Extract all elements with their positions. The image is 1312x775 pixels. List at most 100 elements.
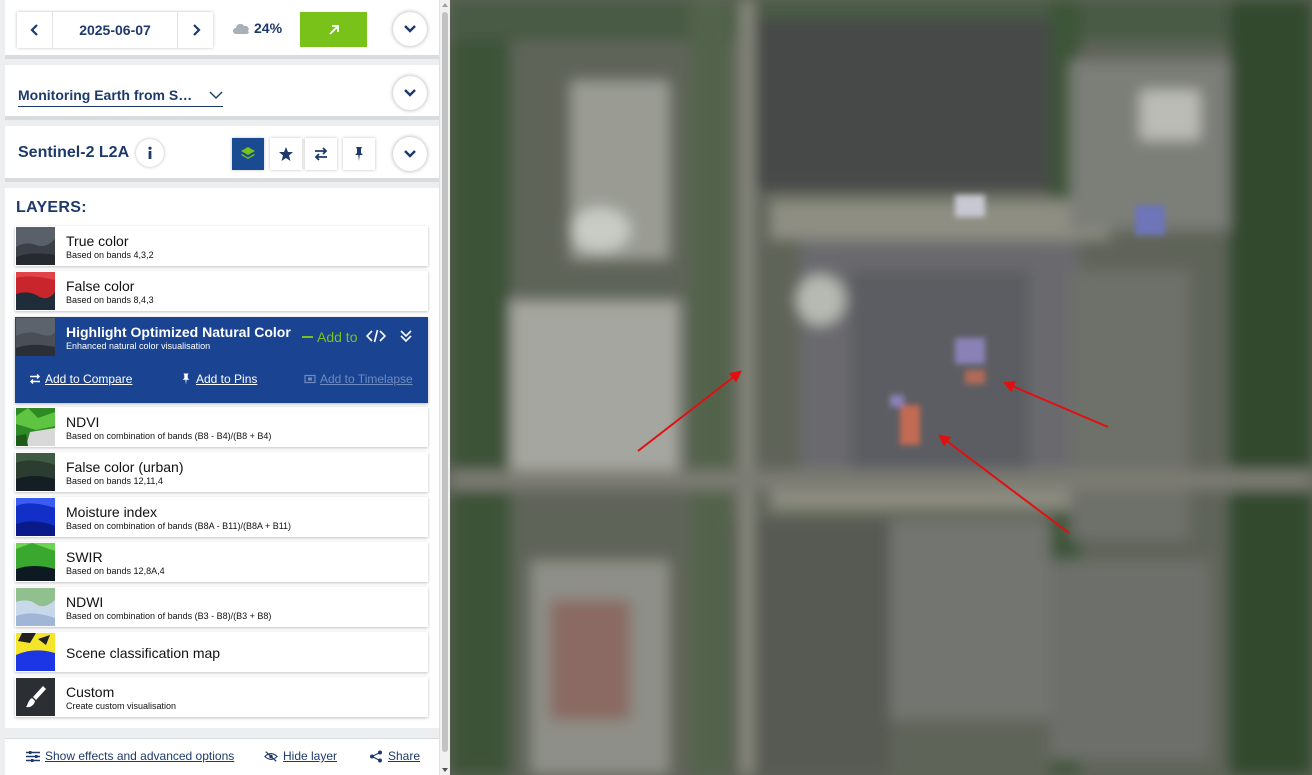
cloud-icon [233,23,249,34]
tab-layers[interactable] [232,138,264,170]
layers-heading: LAYERS: [16,199,87,216]
layer-description: Create custom visualisation [66,701,177,711]
date-value[interactable]: 2025-06-07 [52,12,178,48]
layers-icon [241,147,255,159]
layer-title: False color [66,278,135,294]
ndwi-thumbnail [16,588,55,626]
scene-classification-thumbnail [16,633,55,671]
layer-title: False color (urban) [66,459,184,475]
layer-description: Based on combination of bands (B8 - B4)/… [66,431,272,441]
share-label: Share [388,749,421,763]
show-effects-button[interactable]: Show effects and advanced options [26,749,234,763]
chevron-left-icon [29,24,38,36]
layer-highlight-optimized-natural-color[interactable]: Highlight Optimized Natural Color Enhanc… [15,317,428,403]
map-view[interactable] [450,0,1312,775]
compare-icon [314,147,328,161]
scrollbar-thumb[interactable] [442,12,448,752]
film-icon [304,374,316,384]
add-to-button[interactable]: Add to [302,329,357,345]
layer-false-color[interactable]: False color Based on bands 8,4,3 [15,271,428,311]
add-to-compare-label: Add to Compare [45,372,133,386]
layer-title: Custom [66,684,115,700]
add-to-pins-button[interactable]: Add to Pins [180,372,257,386]
collapse-dataset-panel-button[interactable] [393,137,427,171]
natural-color-thumbnail [16,318,55,356]
pin-icon [182,373,190,385]
tab-pins[interactable] [343,138,375,170]
minus-icon [302,336,313,338]
layer-true-color[interactable]: True color Based on bands 4,3,2 [15,226,428,266]
layer-description: Based on combination of bands (B3 - B8)/… [66,611,272,621]
add-to-timelapse-label: Add to Timelapse [320,372,413,386]
chevron-right-icon [192,24,201,36]
date-picker: 2025-06-07 [17,12,213,48]
layer-ndvi[interactable]: NDVI Based on combination of bands (B8 -… [15,407,428,447]
add-to-timelapse-button: Add to Timelapse [304,372,413,386]
code-icon[interactable] [366,328,386,344]
false-color-urban-thumbnail [16,453,55,491]
layer-description: Based on combination of bands (B8A - B11… [66,521,292,531]
true-color-thumbnail [16,227,55,265]
add-to-label: Add to [317,329,358,345]
false-color-thumbnail [16,272,55,310]
chevron-down-icon [209,91,223,99]
layer-ndwi[interactable]: NDWI Based on combination of bands (B3 -… [15,587,428,627]
layer-false-color-urban[interactable]: False color (urban) Based on bands 12,11… [15,452,428,492]
theme-panel: Monitoring Earth from S… [5,65,439,120]
layer-scene-classification-map[interactable]: Scene classification map [15,632,428,672]
layer-moisture-index[interactable]: Moisture index Based on combination of b… [15,497,428,537]
layer-title: SWIR [66,549,103,565]
double-chevron-down-icon[interactable] [399,329,413,343]
previous-date-button[interactable] [17,12,52,48]
collapse-theme-panel-button[interactable] [393,76,427,110]
date-panel: 2025-06-07 24% [5,0,439,59]
brush-icon [16,678,55,716]
star-icon [279,147,293,161]
hide-layer-label: Hide layer [283,749,338,763]
tab-compare[interactable] [305,138,337,170]
info-icon [148,146,152,159]
dataset-info-button[interactable] [136,139,164,167]
visualize-button[interactable] [300,12,367,47]
swir-thumbnail [16,543,55,581]
cloud-coverage-value: 24% [254,20,283,36]
share-button[interactable]: Share [369,749,420,763]
layer-swir[interactable]: SWIR Based on bands 12,8A,4 [15,542,428,582]
dataset-panel: Sentinel-2 L2A [5,126,439,182]
layer-title: Scene classification map [66,645,221,661]
layer-description: Enhanced natural color visualisation [66,341,211,351]
cloud-coverage: 24% [231,20,282,36]
sidebar-footer: Show effects and advanced options Hide l… [5,738,439,775]
scroll-up-icon[interactable] [442,3,448,7]
layer-title: Highlight Optimized Natural Color [66,324,291,340]
sidebar-scrollbar[interactable] [439,0,450,775]
sliders-icon [26,750,40,762]
add-to-compare-button[interactable]: Add to Compare [29,372,132,386]
chevron-down-icon [404,89,416,97]
dataset-title: Sentinel-2 L2A [18,144,130,161]
ndvi-thumbnail [16,408,55,446]
layer-custom[interactable]: Custom Create custom visualisation [15,677,428,717]
theme-select[interactable]: Monitoring Earth from S… [18,83,223,107]
scroll-down-icon[interactable] [442,768,448,772]
moisture-index-thumbnail [16,498,55,536]
compare-icon [30,374,40,384]
layer-title: True color [66,233,129,249]
arrow-up-right-icon [328,24,339,35]
layers-panel: LAYERS: True color Based on bands 4,3,2 … [5,188,439,728]
collapse-date-panel-button[interactable] [393,12,427,46]
layer-description: Based on bands 12,11,4 [66,476,163,486]
next-date-button[interactable] [178,12,213,48]
sidebar: 2025-06-07 24% Monitoring Earth from S… … [0,0,450,775]
share-icon [370,750,382,762]
chevron-down-icon [404,150,416,158]
add-to-pins-label: Add to Pins [196,372,258,386]
hide-layer-button[interactable]: Hide layer [264,749,337,763]
layer-title: NDVI [66,414,100,430]
eye-slash-icon [264,750,278,762]
layer-title: Moisture index [66,504,158,520]
show-effects-label: Show effects and advanced options [45,749,235,763]
tab-favorites[interactable] [270,138,302,170]
layer-description: Based on bands 4,3,2 [66,250,154,260]
theme-select-value: Monitoring Earth from S… [18,86,193,103]
